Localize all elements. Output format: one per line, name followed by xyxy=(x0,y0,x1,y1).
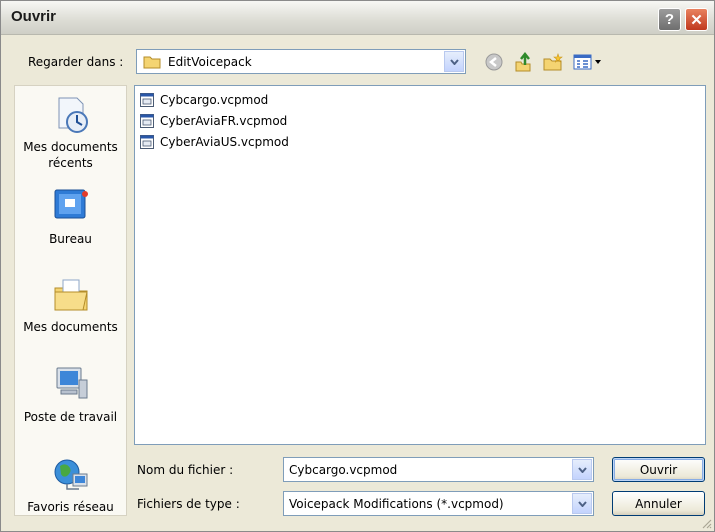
my-documents-icon xyxy=(54,279,88,311)
file-item[interactable]: CyberAviaUS.vcpmod xyxy=(139,133,289,151)
filename-dropdown-arrow[interactable] xyxy=(572,459,592,480)
my-computer-icon xyxy=(56,367,87,399)
filename-label: Nom du fichier : xyxy=(137,463,234,477)
filetype-value: Voicepack Modifications (*.vcpmod) xyxy=(289,497,504,511)
file-name: Cybcargo.vcpmod xyxy=(160,93,269,107)
resize-grip-icon[interactable] xyxy=(700,517,712,529)
places-bar: Mes documents récents Bureau Mes documen… xyxy=(14,85,127,516)
chevron-down-icon xyxy=(577,500,587,507)
filetype-label: Fichiers de type : xyxy=(137,497,240,511)
close-button[interactable]: ✕ xyxy=(685,8,708,31)
help-button[interactable]: ? xyxy=(658,8,681,31)
lookin-dropdown[interactable]: EditVoicepack xyxy=(136,49,466,74)
file-icon xyxy=(140,93,154,107)
file-item[interactable]: CyberAviaFR.vcpmod xyxy=(139,112,287,130)
new-folder-button[interactable] xyxy=(543,52,563,72)
lookin-dropdown-arrow[interactable] xyxy=(444,51,464,72)
place-network-places[interactable]: Favoris réseau xyxy=(15,454,126,515)
back-icon xyxy=(485,53,503,71)
network-places-icon xyxy=(54,459,87,490)
desktop-icon xyxy=(54,189,88,219)
lookin-value: EditVoicepack xyxy=(168,55,252,69)
window-title: Ouvrir xyxy=(11,8,57,25)
up-folder-button[interactable] xyxy=(513,52,533,72)
help-icon: ? xyxy=(664,11,675,28)
file-name: CyberAviaUS.vcpmod xyxy=(160,135,289,149)
close-icon: ✕ xyxy=(690,11,703,29)
place-label: Favoris réseau xyxy=(27,500,114,514)
lookin-label: Regarder dans : xyxy=(28,55,124,69)
open-button[interactable]: Ouvrir xyxy=(612,457,705,482)
title-bar[interactable]: Ouvrir ? ✕ xyxy=(1,1,714,35)
view-menu-button[interactable] xyxy=(572,52,604,72)
cancel-button[interactable]: Annuler xyxy=(612,491,705,516)
file-name: CyberAviaFR.vcpmod xyxy=(160,114,288,128)
file-item[interactable]: Cybcargo.vcpmod xyxy=(139,91,268,109)
chevron-down-icon xyxy=(577,466,587,473)
filetype-dropdown-arrow[interactable] xyxy=(572,493,592,514)
file-icon xyxy=(140,114,154,128)
open-dialog: Ouvrir ? ✕ Regarder dans : EditVoicepack xyxy=(0,0,715,532)
up-folder-icon xyxy=(515,52,531,72)
place-label: Mes documents xyxy=(23,320,118,334)
new-folder-icon xyxy=(543,53,563,71)
filetype-select[interactable]: Voicepack Modifications (*.vcpmod) xyxy=(283,491,594,516)
view-menu-icon xyxy=(573,54,601,70)
back-button[interactable] xyxy=(484,52,504,72)
place-my-documents[interactable]: Mes documents xyxy=(15,274,126,335)
chevron-down-icon xyxy=(449,58,459,65)
folder-icon xyxy=(143,56,161,69)
cancel-button-label: Annuler xyxy=(635,496,682,511)
open-button-label: Ouvrir xyxy=(639,462,678,477)
file-icon xyxy=(140,135,154,149)
place-recent-documents[interactable]: Mes documents récents xyxy=(15,94,126,171)
place-label: Bureau xyxy=(49,232,92,246)
filename-input[interactable]: Cybcargo.vcpmod xyxy=(283,457,594,482)
place-desktop[interactable]: Bureau xyxy=(15,186,126,247)
place-my-computer[interactable]: Poste de travail xyxy=(15,364,126,425)
recent-documents-icon xyxy=(58,97,88,133)
file-list[interactable]: Cybcargo.vcpmod CyberAviaFR.vcpmod Cyber… xyxy=(134,85,706,445)
place-label: Poste de travail xyxy=(23,410,118,424)
filename-value: Cybcargo.vcpmod xyxy=(289,463,398,477)
place-label: Mes documents récents xyxy=(23,140,118,170)
